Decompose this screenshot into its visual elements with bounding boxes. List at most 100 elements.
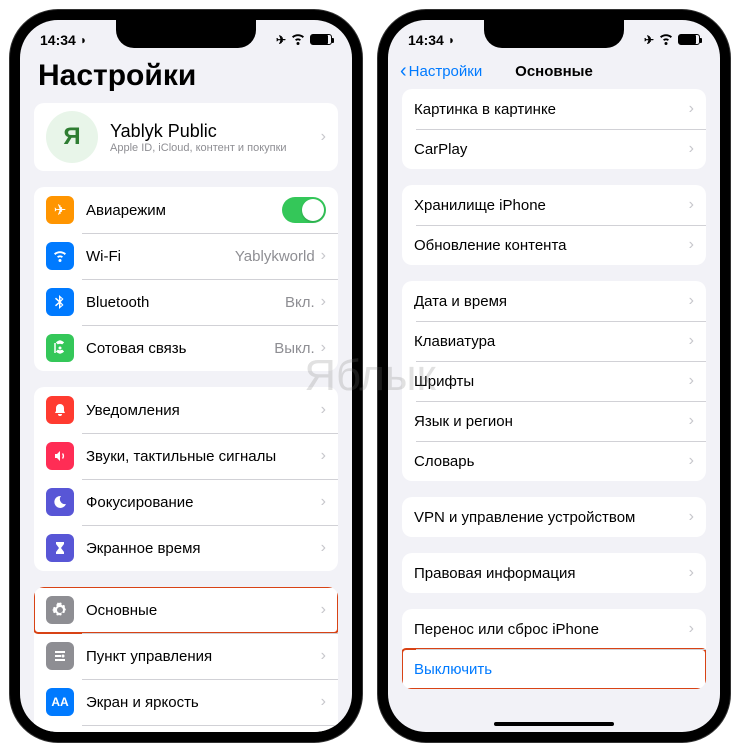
group-e: Правовая информация › <box>402 553 706 593</box>
screen-right: 14:34 ◗ ✈ ‹ Настройки Основные Картинка … <box>388 20 720 732</box>
connectivity-group: ✈ Авиарежим Wi-Fi Yablykworld › Bluetoot… <box>34 187 338 371</box>
battery-icon <box>678 34 700 45</box>
fonts-row[interactable]: Шрифты › <box>402 361 706 401</box>
row-label: Экран и яркость <box>86 694 321 711</box>
status-time: 14:34 <box>408 32 444 48</box>
chevron-right-icon: › <box>689 332 694 350</box>
wifi-icon <box>46 242 74 270</box>
bell-icon <box>46 396 74 424</box>
back-label: Настройки <box>409 63 483 80</box>
row-label: Bluetooth <box>86 294 285 311</box>
airplane-mode-icon: ✈ <box>644 33 654 47</box>
profile-group: Я Yablyk Public Apple ID, iCloud, контен… <box>34 103 338 171</box>
date-time-row[interactable]: Дата и время › <box>402 281 706 321</box>
chevron-right-icon: › <box>689 508 694 526</box>
text-size-icon: AA <box>46 688 74 716</box>
chevron-right-icon: › <box>321 401 326 419</box>
nav-bar: ‹ Настройки Основные <box>388 53 720 89</box>
dictionary-row[interactable]: Словарь › <box>402 441 706 481</box>
page-title: Настройки <box>20 53 352 103</box>
sounds-row[interactable]: Звуки, тактильные сигналы › <box>34 433 338 479</box>
row-value: Вкл. <box>285 294 315 311</box>
row-label: Клавиатура <box>414 333 689 350</box>
group-d: VPN и управление устройством › <box>402 497 706 537</box>
carplay-row[interactable]: CarPlay › <box>402 129 706 169</box>
dnd-icon: ◗ <box>80 33 87 47</box>
group-b: Хранилище iPhone › Обновление контента › <box>402 185 706 265</box>
keyboard-row[interactable]: Клавиатура › <box>402 321 706 361</box>
airplane-icon: ✈ <box>46 196 74 224</box>
cellular-row[interactable]: Сотовая связь Выкл. › <box>34 325 338 371</box>
back-button[interactable]: ‹ Настройки <box>400 60 482 83</box>
chevron-right-icon: › <box>689 620 694 638</box>
row-value: Yablykworld <box>235 248 315 265</box>
row-label: Экранное время <box>86 540 321 557</box>
home-screen-row[interactable]: Экран «Домой» › <box>34 725 338 732</box>
row-label: Язык и регион <box>414 413 689 430</box>
apple-id-row[interactable]: Я Yablyk Public Apple ID, iCloud, контен… <box>34 103 338 171</box>
control-center-row[interactable]: Пункт управления › <box>34 633 338 679</box>
transfer-reset-row[interactable]: Перенос или сброс iPhone › <box>402 609 706 649</box>
general-row[interactable]: Основные › <box>34 587 338 633</box>
group-f: Перенос или сброс iPhone › Выключить <box>402 609 706 689</box>
chevron-right-icon: › <box>321 339 326 357</box>
home-indicator[interactable] <box>494 722 614 726</box>
display-row[interactable]: AA Экран и яркость › <box>34 679 338 725</box>
dnd-icon: ◗ <box>448 33 455 47</box>
pip-row[interactable]: Картинка в картинке › <box>402 89 706 129</box>
screentime-row[interactable]: Экранное время › <box>34 525 338 571</box>
notifications-row[interactable]: Уведомления › <box>34 387 338 433</box>
focus-row[interactable]: Фокусирование › <box>34 479 338 525</box>
chevron-right-icon: › <box>689 564 694 582</box>
alerts-group: Уведомления › Звуки, тактильные сигналы … <box>34 387 338 571</box>
storage-row[interactable]: Хранилище iPhone › <box>402 185 706 225</box>
chevron-right-icon: › <box>321 647 326 665</box>
chevron-right-icon: › <box>689 196 694 214</box>
background-refresh-row[interactable]: Обновление контента › <box>402 225 706 265</box>
shutdown-row[interactable]: Выключить <box>402 649 706 689</box>
chevron-right-icon: › <box>689 292 694 310</box>
avatar: Я <box>46 111 98 163</box>
chevron-right-icon: › <box>321 539 326 557</box>
chevron-right-icon: › <box>689 140 694 158</box>
wifi-row[interactable]: Wi-Fi Yablykworld › <box>34 233 338 279</box>
chevron-right-icon: › <box>321 128 326 146</box>
vpn-row[interactable]: VPN и управление устройством › <box>402 497 706 537</box>
airplane-toggle[interactable] <box>282 197 326 223</box>
group-a: Картинка в картинке › CarPlay › <box>402 89 706 169</box>
phone-left: 14:34 ◗ ✈ Настройки Я Yablyk Public Appl… <box>10 10 362 742</box>
row-label: VPN и управление устройством <box>414 509 689 526</box>
profile-name: Yablyk Public <box>110 121 321 142</box>
row-label: Правовая информация <box>414 565 689 582</box>
status-time: 14:34 <box>40 32 76 48</box>
bluetooth-row[interactable]: Bluetooth Вкл. › <box>34 279 338 325</box>
airplane-mode-icon: ✈ <box>276 33 286 47</box>
screen-left: 14:34 ◗ ✈ Настройки Я Yablyk Public Appl… <box>20 20 352 732</box>
chevron-right-icon: › <box>689 452 694 470</box>
row-label: Звуки, тактильные сигналы <box>86 448 321 465</box>
row-label: Пункт управления <box>86 648 321 665</box>
chevron-right-icon: › <box>689 100 694 118</box>
moon-icon <box>46 488 74 516</box>
row-label: Картинка в картинке <box>414 101 689 118</box>
row-label: Основные <box>86 602 321 619</box>
profile-sub: Apple ID, iCloud, контент и покупки <box>110 142 321 154</box>
chevron-right-icon: › <box>321 293 326 311</box>
row-label: Словарь <box>414 453 689 470</box>
legal-row[interactable]: Правовая информация › <box>402 553 706 593</box>
language-region-row[interactable]: Язык и регион › <box>402 401 706 441</box>
notch <box>116 20 256 48</box>
sliders-icon <box>46 642 74 670</box>
row-label: Авиарежим <box>86 202 282 219</box>
row-label: CarPlay <box>414 141 689 158</box>
speaker-icon <box>46 442 74 470</box>
row-label: Хранилище iPhone <box>414 197 689 214</box>
row-value: Выкл. <box>274 340 314 357</box>
row-label: Обновление контента <box>414 237 689 254</box>
wifi-icon <box>290 30 306 49</box>
row-label: Дата и время <box>414 293 689 310</box>
airplane-mode-row[interactable]: ✈ Авиарежим <box>34 187 338 233</box>
battery-icon <box>310 34 332 45</box>
wifi-icon <box>658 30 674 49</box>
chevron-right-icon: › <box>689 372 694 390</box>
